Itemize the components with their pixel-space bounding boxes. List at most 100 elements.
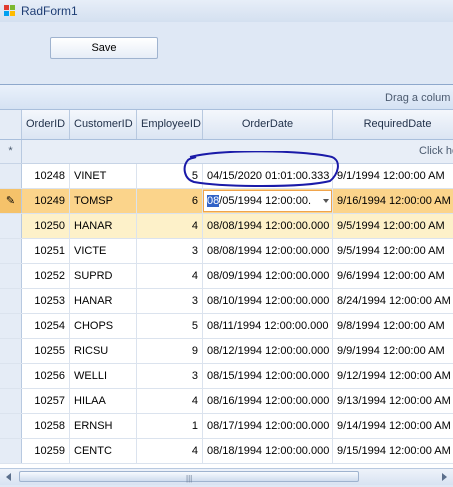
cell-employeeid[interactable]: 3 [137, 289, 203, 313]
cell-orderdate[interactable]: 08/16/1994 12:00:00.000 [203, 389, 333, 413]
cell-employeeid[interactable]: 5 [137, 314, 203, 338]
cell-orderid[interactable]: 10248 [22, 164, 70, 188]
column-header-orderid[interactable]: OrderID [22, 110, 70, 139]
save-button[interactable]: Save [50, 37, 158, 59]
cell-employeeid[interactable]: 5 [137, 164, 203, 188]
cell-orderdate[interactable]: 08/10/1994 12:00:00.000 [203, 289, 333, 313]
cell-orderid[interactable]: 10259 [22, 439, 70, 463]
cell-employeeid[interactable]: 4 [137, 264, 203, 288]
cell-requireddate[interactable]: 9/13/1994 12:00:00 AM [333, 389, 453, 413]
cell-requireddate[interactable]: 9/15/1994 12:00:00 AM [333, 439, 453, 463]
cell-requireddate[interactable]: 9/6/1994 12:00:00 AM [333, 264, 453, 288]
table-row[interactable]: 10258 ERNSH 1 08/17/1994 12:00:00.000 9/14/1… [0, 414, 453, 439]
table-row[interactable]: 10256 WELLI 3 08/15/1994 12:00:00.000 9/12/1… [0, 364, 453, 389]
scroll-right-icon[interactable] [436, 470, 452, 484]
cell-orderdate[interactable]: 08/11/1994 12:00:00.000 [203, 314, 333, 338]
cell-requireddate[interactable]: 9/14/1994 12:00:00 AM [333, 414, 453, 438]
cell-customerid[interactable]: CENTC [70, 439, 137, 463]
cell-customerid[interactable]: SUPRD [70, 264, 137, 288]
new-row-marker: * [0, 140, 22, 163]
cell-employeeid[interactable]: 1 [137, 414, 203, 438]
cell-orderid[interactable]: 10253 [22, 289, 70, 313]
dropdown-arrow-icon[interactable] [323, 199, 329, 203]
cell-employeeid[interactable]: 4 [137, 439, 203, 463]
cell-employeeid[interactable]: 6 [137, 189, 203, 213]
column-header-orderdate[interactable]: OrderDate [203, 110, 333, 139]
cell-requireddate[interactable]: 9/5/1994 12:00:00 AM [333, 214, 453, 238]
cell-orderdate[interactable]: 08/09/1994 12:00:00.000 [203, 264, 333, 288]
cell-requireddate[interactable]: 9/8/1994 12:00:00 AM [333, 314, 453, 338]
cell-customerid[interactable]: HANAR [70, 214, 137, 238]
cell-employeeid[interactable]: 3 [137, 239, 203, 263]
cell-customerid[interactable]: HILAA [70, 389, 137, 413]
cell-requireddate[interactable]: 9/1/1994 12:00:00 AM [333, 164, 453, 188]
row-indicator[interactable] [0, 414, 22, 438]
cell-customerid[interactable]: TOMSP [70, 189, 137, 213]
row-indicator[interactable] [0, 439, 22, 463]
row-edit-marker[interactable]: ✎ [0, 189, 22, 213]
cell-customerid[interactable]: HANAR [70, 289, 137, 313]
column-header-requireddate[interactable]: RequiredDate [333, 110, 453, 139]
horizontal-scrollbar[interactable]: ||| [0, 468, 453, 485]
scrollbar-thumb[interactable]: ||| [19, 471, 359, 483]
column-header-employeeid[interactable]: EmployeeID [137, 110, 203, 139]
cell-orderid[interactable]: 10249 [22, 189, 70, 213]
table-row[interactable]: 10254 CHOPS 5 08/11/1994 12:00:00.000 9/8/19… [0, 314, 453, 339]
row-indicator[interactable] [0, 364, 22, 388]
cell-orderdate[interactable]: 08/08/1994 12:00:00.000 [203, 239, 333, 263]
cell-employeeid[interactable]: 9 [137, 339, 203, 363]
row-indicator[interactable] [0, 214, 22, 238]
table-row[interactable]: 10259 CENTC 4 08/18/1994 12:00:00.000 9/15/1… [0, 439, 453, 464]
group-panel[interactable]: Drag a colum [0, 85, 453, 110]
form-client-area: Save Drag a colum OrderID CustomerID Emp… [0, 22, 453, 485]
table-row[interactable]: 10252 SUPRD 4 08/09/1994 12:00:00.000 9/6/19… [0, 264, 453, 289]
cell-orderid[interactable]: 10252 [22, 264, 70, 288]
row-indicator[interactable] [0, 289, 22, 313]
cell-requireddate[interactable]: 9/5/1994 12:00:00 AM [333, 239, 453, 263]
cell-orderdate[interactable]: 08/12/1994 12:00:00.000 [203, 339, 333, 363]
row-indicator[interactable] [0, 339, 22, 363]
window-title: RadForm1 [21, 4, 78, 18]
row-indicator[interactable] [0, 314, 22, 338]
cell-customerid[interactable]: VINET [70, 164, 137, 188]
cell-employeeid[interactable]: 4 [137, 214, 203, 238]
column-header-customerid[interactable]: CustomerID [70, 110, 137, 139]
cell-orderid[interactable]: 10254 [22, 314, 70, 338]
cell-orderdate[interactable]: 04/15/2020 01:01:00.333 [203, 164, 333, 188]
cell-orderdate[interactable]: 08/15/1994 12:00:00.000 [203, 364, 333, 388]
row-indicator[interactable] [0, 389, 22, 413]
table-row[interactable]: 10251 VICTE 3 08/08/1994 12:00:00.000 9/5/19… [0, 239, 453, 264]
cell-orderid[interactable]: 10251 [22, 239, 70, 263]
cell-orderid[interactable]: 10255 [22, 339, 70, 363]
cell-orderid[interactable]: 10256 [22, 364, 70, 388]
cell-orderdate[interactable]: 08/18/1994 12:00:00.000 [203, 439, 333, 463]
scroll-left-icon[interactable] [1, 470, 17, 484]
cell-orderdate[interactable]: 08/17/1994 12:00:00.000 [203, 414, 333, 438]
cell-orderid[interactable]: 10250 [22, 214, 70, 238]
cell-customerid[interactable]: VICTE [70, 239, 137, 263]
cell-orderid[interactable]: 10257 [22, 389, 70, 413]
cell-orderdate[interactable]: 08/08/1994 12:00:00.000 [203, 214, 333, 238]
table-row[interactable]: 10248 VINET 5 04/15/2020 01:01:00.333 9/1/19… [0, 164, 453, 189]
cell-employeeid[interactable]: 4 [137, 389, 203, 413]
table-row[interactable]: 10250 HANAR 4 08/08/1994 12:00:00.000 9/5/19… [0, 214, 453, 239]
table-row[interactable]: 10257 HILAA 4 08/16/1994 12:00:00.000 9/13/1… [0, 389, 453, 414]
cell-customerid[interactable]: CHOPS [70, 314, 137, 338]
row-indicator[interactable] [0, 164, 22, 188]
cell-employeeid[interactable]: 3 [137, 364, 203, 388]
table-row[interactable]: 10253 HANAR 3 08/10/1994 12:00:00.000 8/24/1… [0, 289, 453, 314]
cell-customerid[interactable]: WELLI [70, 364, 137, 388]
cell-orderid[interactable]: 10258 [22, 414, 70, 438]
row-indicator[interactable] [0, 264, 22, 288]
orderdate-editor[interactable]: 08/05/1994 12:00:00. [203, 190, 332, 212]
cell-customerid[interactable]: RICSU [70, 339, 137, 363]
table-row[interactable]: ✎ 10249 TOMSP 6 9/16/1994 12:00:00 AM 08/05/1… [0, 189, 453, 214]
table-row[interactable]: 10255 RICSU 9 08/12/1994 12:00:00.000 9/9/19… [0, 339, 453, 364]
cell-requireddate[interactable]: 9/12/1994 12:00:00 AM [333, 364, 453, 388]
cell-requireddate[interactable]: 9/9/1994 12:00:00 AM [333, 339, 453, 363]
cell-requireddate[interactable]: 8/24/1994 12:00:00 AM [333, 289, 453, 313]
cell-customerid[interactable]: ERNSH [70, 414, 137, 438]
row-indicator[interactable] [0, 239, 22, 263]
cell-requireddate[interactable]: 9/16/1994 12:00:00 AM [333, 189, 453, 213]
new-row[interactable]: * Click he [0, 140, 453, 164]
